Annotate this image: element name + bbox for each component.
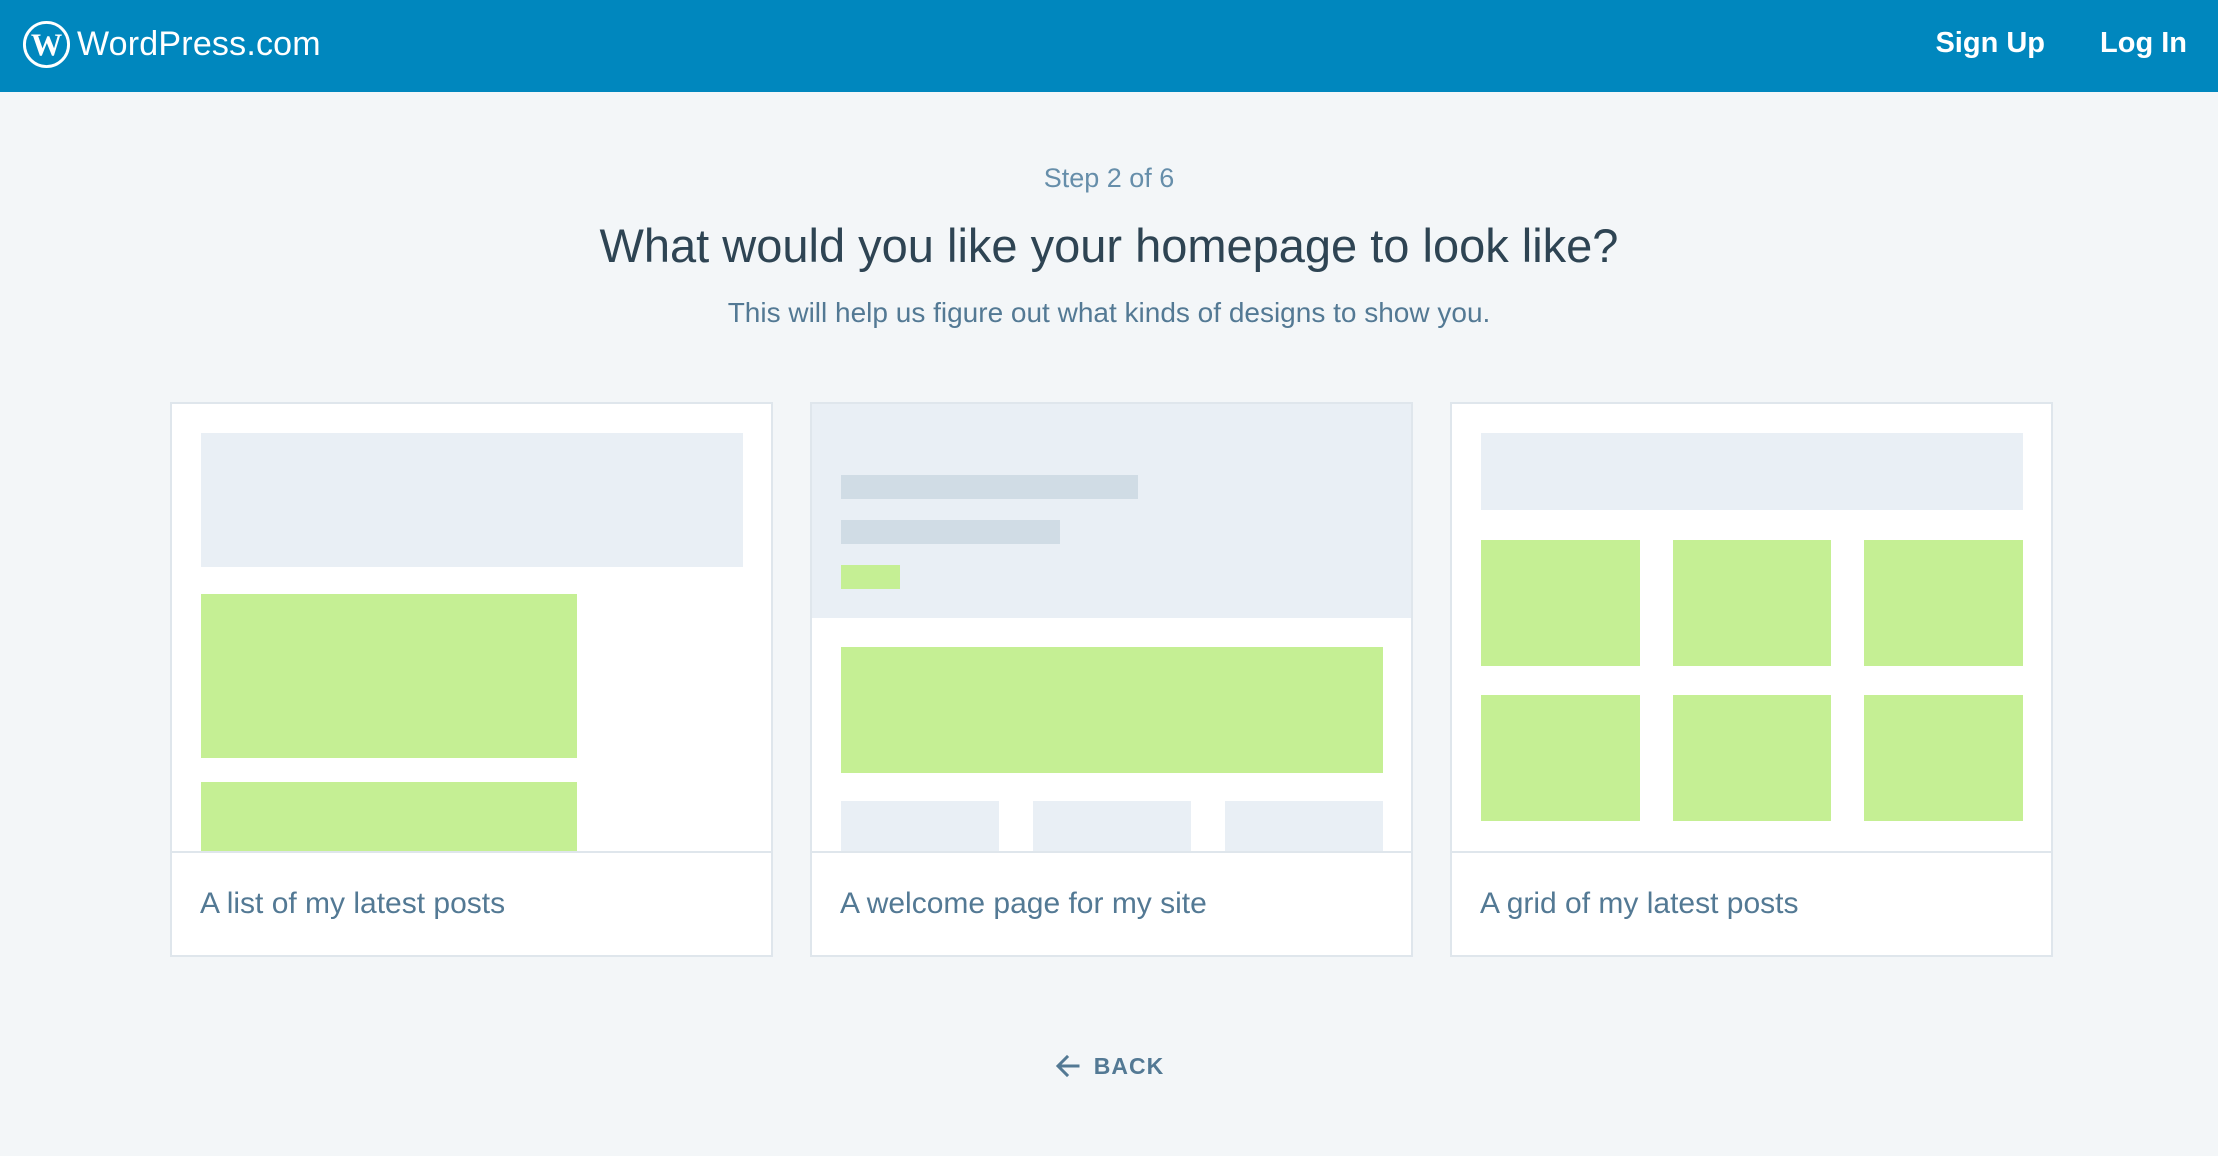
option-latest-posts-grid[interactable]: A grid of my latest posts [1450, 402, 2053, 957]
sign-up-link[interactable]: Sign Up [1935, 26, 2045, 60]
step-indicator: Step 2 of 6 [1043, 163, 1175, 193]
wordpress-logo-icon: W [22, 20, 71, 68]
option-welcome-page[interactable]: A welcome page for my site [810, 402, 1413, 957]
welcome-layout-preview [812, 404, 1411, 851]
brand-link[interactable]: W WordPress.com [22, 18, 321, 70]
page-subtitle: This will help us figure out what kinds … [727, 297, 1491, 328]
back-button-row: BACK [0, 1052, 2218, 1080]
grid-layout-preview [1452, 404, 2051, 851]
option-label: A welcome page for my site [812, 851, 1411, 955]
arrow-left-icon [1055, 1054, 1080, 1078]
back-label: BACK [1093, 1052, 1165, 1079]
back-button[interactable]: BACK [1054, 1052, 1164, 1080]
page-title: What would you like your homepage to loo… [599, 219, 1619, 272]
option-label: A list of my latest posts [172, 851, 771, 955]
log-in-link[interactable]: Log In [2100, 26, 2187, 60]
option-label: A grid of my latest posts [1452, 851, 2051, 955]
masthead: W WordPress.com Sign Up Log In [0, 0, 2218, 92]
brand-name: WordPress.com [77, 24, 321, 63]
list-layout-preview [172, 404, 771, 851]
option-latest-posts-list[interactable]: A list of my latest posts [170, 402, 773, 957]
svg-text:W: W [31, 27, 62, 62]
